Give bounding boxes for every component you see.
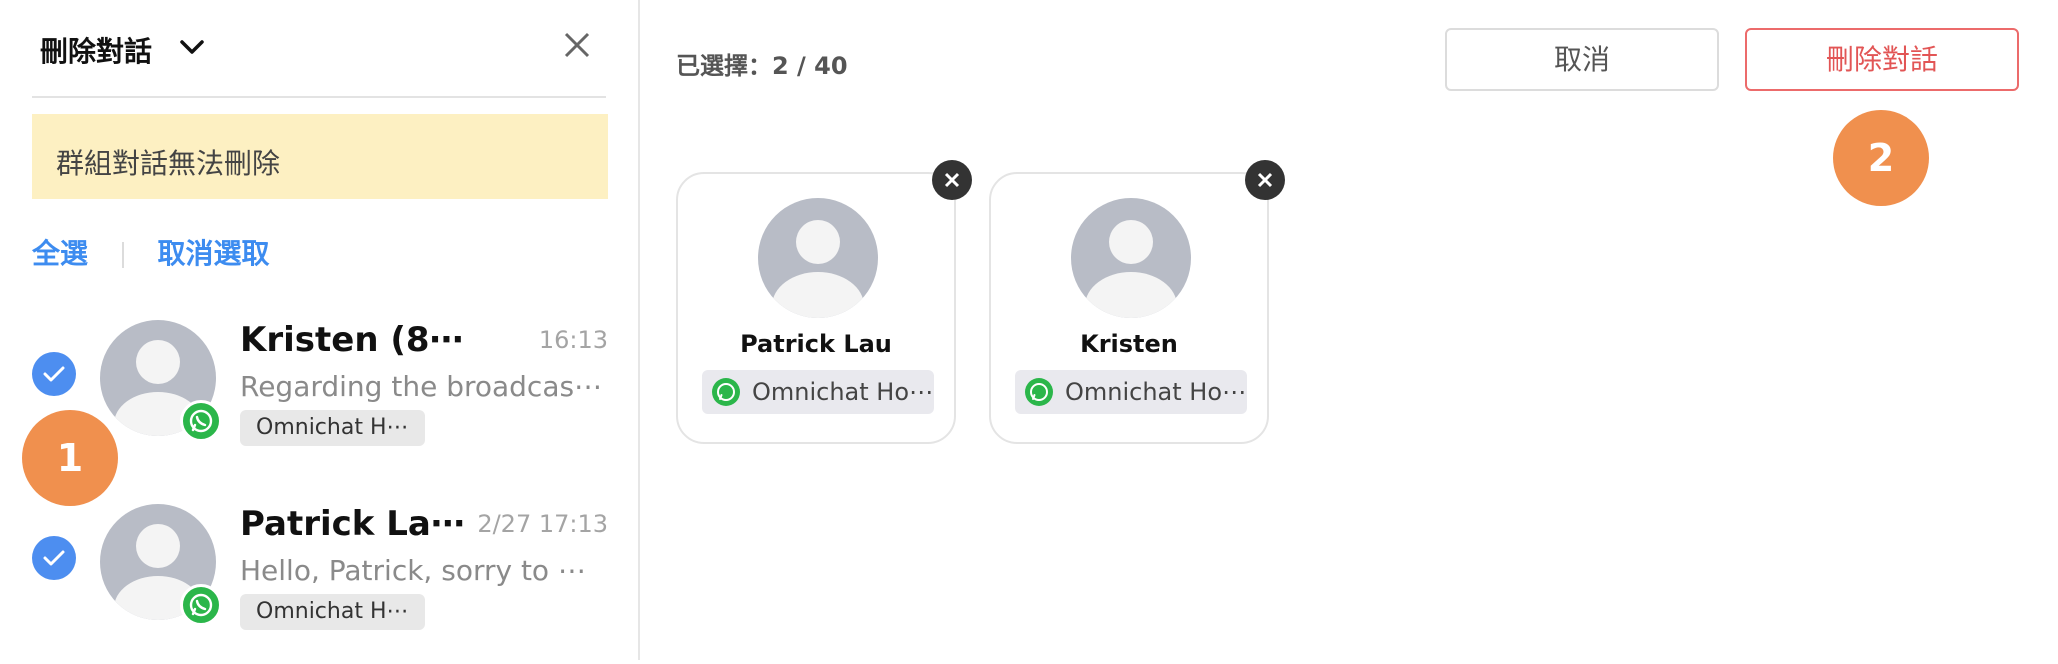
channel-tag: Omnichat Ho⋯ — [1015, 370, 1247, 414]
default-avatar-icon — [1085, 220, 1177, 318]
conversation-name: Kristen (8⋯ — [240, 320, 464, 360]
check-icon — [43, 366, 65, 382]
delete-conversation-button[interactable]: 刪除對話 — [1745, 28, 2019, 91]
close-icon — [944, 172, 960, 188]
conversation-time: 2/27 17:13 — [477, 510, 608, 538]
selected-count: 已選擇：2 / 40 — [676, 52, 848, 80]
contact-name: Patrick Lau — [740, 330, 892, 358]
group-warning-banner: 群組對話無法刪除 — [32, 114, 608, 199]
channel-tag: Omnichat H⋯ — [240, 594, 425, 630]
deselect-link[interactable]: 取消選取 — [158, 237, 270, 270]
select-all-link[interactable]: 全選 — [32, 237, 88, 270]
close-icon — [1257, 172, 1273, 188]
remove-contact-button[interactable] — [1245, 160, 1285, 200]
whatsapp-icon — [1025, 378, 1053, 406]
conversation-checkbox[interactable] — [32, 536, 76, 580]
whatsapp-icon — [180, 400, 222, 442]
delete-conversation-sidebar: 刪除對話 群組對話無法刪除 全選 取消選取 Kristen (8⋯ 16:13 … — [0, 0, 640, 660]
conversation-checkbox[interactable] — [32, 352, 76, 396]
conversation-time: 16:13 — [538, 326, 608, 354]
conversation-name: Patrick La⋯ — [240, 504, 465, 544]
channel-tag: Omnichat H⋯ — [240, 410, 425, 446]
chevron-down-icon[interactable] — [178, 38, 206, 58]
sidebar-header: 刪除對話 — [32, 18, 606, 78]
cancel-button[interactable]: 取消 — [1445, 28, 1719, 91]
conversation-item[interactable]: Kristen (8⋯ 16:13 Regarding the broadcas… — [32, 320, 608, 480]
conversation-item[interactable]: Patrick La⋯ 2/27 17:13 Hello, Patrick, s… — [32, 504, 608, 664]
remove-contact-button[interactable] — [932, 160, 972, 200]
sidebar-title: 刪除對話 — [40, 35, 153, 68]
channel-label: Omnichat Ho⋯ — [752, 378, 934, 406]
step-marker-1: 1 — [22, 410, 118, 506]
divider — [32, 96, 606, 98]
check-icon — [43, 550, 65, 566]
whatsapp-icon — [180, 584, 222, 626]
contact-name: Kristen — [1080, 330, 1178, 358]
selected-contact-card: Kristen Omnichat Ho⋯ — [989, 160, 1285, 444]
avatar — [758, 198, 878, 318]
step-marker-2: 2 — [1833, 110, 1929, 206]
conversation-preview: Hello, Patrick, sorry to ⋯ — [240, 554, 586, 587]
avatar — [1071, 198, 1191, 318]
conversation-preview: Regarding the broadcas⋯ — [240, 370, 603, 403]
selected-contact-card: Patrick Lau Omnichat Ho⋯ — [676, 160, 972, 444]
bulk-actions: 全選 取消選取 — [32, 232, 270, 272]
channel-tag: Omnichat Ho⋯ — [702, 370, 934, 414]
default-avatar-icon — [772, 220, 864, 318]
divider — [121, 242, 124, 268]
channel-label: Omnichat Ho⋯ — [1065, 378, 1247, 406]
whatsapp-icon — [712, 378, 740, 406]
close-icon[interactable] — [560, 28, 594, 62]
